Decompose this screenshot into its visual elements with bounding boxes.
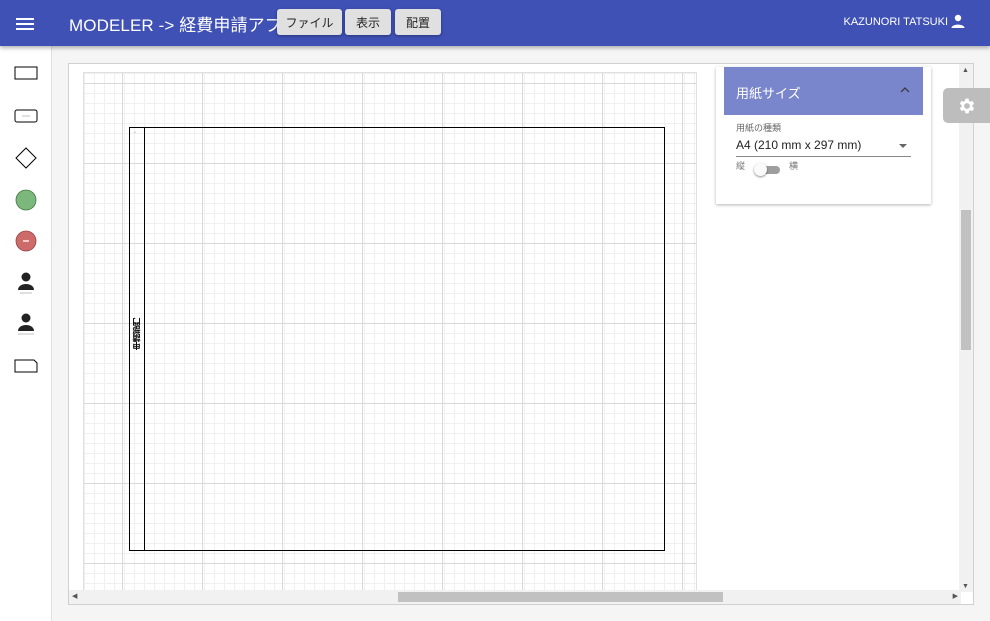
orientation-landscape-label: 横 <box>789 161 799 171</box>
gear-icon <box>959 98 974 113</box>
tab-rectangle-icon <box>14 359 38 373</box>
subprocess-tool[interactable] <box>11 101 41 131</box>
shape-palette <box>0 46 52 621</box>
green-circle-icon <box>15 189 37 211</box>
account-icon[interactable] <box>951 14 965 28</box>
data-object-tool[interactable] <box>11 351 41 381</box>
settings-button[interactable] <box>943 88 990 123</box>
vertical-scrollbar[interactable]: ▲ ▼ <box>959 64 973 592</box>
actor-tool[interactable] <box>11 268 41 298</box>
toggle-knob <box>754 163 767 176</box>
arrange-menu-button[interactable]: 配置 <box>395 9 441 35</box>
canvas-page[interactable]: ▫ 申請部門 <box>83 72 697 592</box>
task-tool[interactable] <box>11 58 41 88</box>
rounded-rectangle-icon <box>14 109 38 123</box>
horizontal-scrollbar[interactable]: ◀ ▶ <box>69 590 961 604</box>
start-event-tool[interactable] <box>11 185 41 215</box>
user-name[interactable]: KAZUNORI TATSUKI <box>843 16 948 28</box>
dropdown-caret-icon <box>899 144 907 148</box>
menu-icon[interactable] <box>16 15 34 31</box>
red-circle-icon <box>15 230 37 252</box>
actor-tool-2[interactable] <box>11 309 41 339</box>
scroll-down-icon[interactable]: ▼ <box>962 583 969 590</box>
pool-header[interactable]: ▫ 申請部門 <box>130 128 145 550</box>
app-bar: MODELER -> 経費申請アプリ ファイル 表示 配置 KAZUNORI T… <box>0 0 990 46</box>
paper-size-panel: 用紙サイズ 用紙の種類 A4 (210 mm x 297 mm) 縦 横 <box>716 67 931 204</box>
view-menu-button[interactable]: 表示 <box>345 9 391 35</box>
orientation-toggle[interactable] <box>754 163 780 176</box>
person-icon <box>18 272 34 294</box>
gateway-tool[interactable] <box>11 143 41 173</box>
chevron-up-icon[interactable] <box>899 84 911 96</box>
diamond-icon <box>15 147 37 169</box>
vertical-scroll-thumb[interactable] <box>961 210 971 350</box>
pool-marker: ▫ <box>134 130 136 136</box>
horizontal-scroll-thumb[interactable] <box>398 592 723 602</box>
rectangle-icon <box>14 66 38 80</box>
paper-size-panel-header[interactable]: 用紙サイズ <box>724 67 923 115</box>
pool-shape[interactable]: ▫ 申請部門 <box>129 127 665 551</box>
paper-size-panel-body: 用紙の種類 A4 (210 mm x 297 mm) 縦 横 <box>724 115 923 204</box>
scroll-right-icon[interactable]: ▶ <box>953 592 958 600</box>
end-event-tool[interactable] <box>11 226 41 256</box>
paper-type-select[interactable]: A4 (210 mm x 297 mm) <box>736 135 911 157</box>
scroll-up-icon[interactable]: ▲ <box>962 67 969 74</box>
file-menu-button[interactable]: ファイル <box>277 9 342 35</box>
paper-type-label: 用紙の種類 <box>736 123 782 133</box>
panel-title: 用紙サイズ <box>736 86 801 101</box>
paper-type-value: A4 (210 mm x 297 mm) <box>736 138 862 152</box>
orientation-portrait-label: 縦 <box>736 161 746 171</box>
app-title: MODELER -> 経費申請アプリ <box>69 16 299 35</box>
scroll-left-icon[interactable]: ◀ <box>72 592 77 600</box>
pool-label: 申請部門 <box>132 318 141 350</box>
person-icon <box>18 313 34 335</box>
